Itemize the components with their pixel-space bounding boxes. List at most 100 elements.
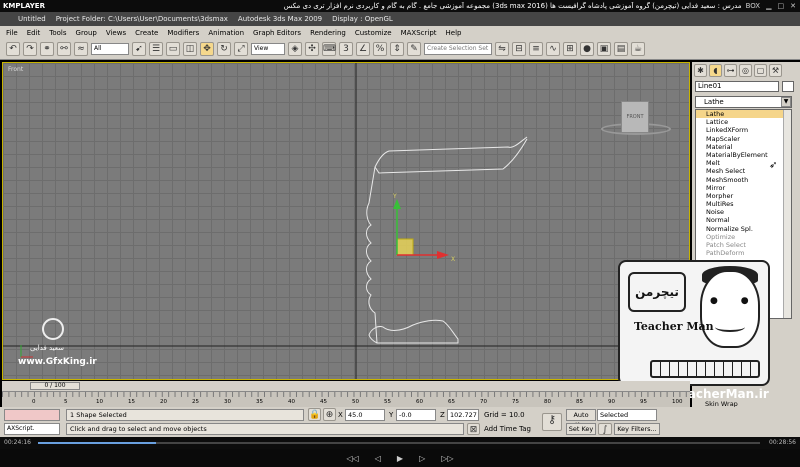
select-and-move-icon[interactable]: ✥ bbox=[200, 42, 214, 56]
modifier-item[interactable]: MaterialByElement bbox=[696, 151, 791, 159]
menu-item-group[interactable]: Group bbox=[76, 29, 97, 37]
select-and-rotate-icon[interactable]: ↻ bbox=[217, 42, 231, 56]
menu-item-modifiers[interactable]: Modifiers bbox=[167, 29, 199, 37]
menu-item-tools[interactable]: Tools bbox=[49, 29, 66, 37]
maxscript-field[interactable]: AXScript. bbox=[4, 423, 60, 435]
menu-item-maxscript[interactable]: MAXScript bbox=[401, 29, 437, 37]
object-name-field[interactable]: Line01 bbox=[695, 81, 779, 92]
hierarchy-tab-icon[interactable]: ⊶ bbox=[724, 64, 737, 77]
time-slider-thumb[interactable]: 0 / 100 bbox=[30, 382, 80, 390]
time-slider[interactable]: 0 / 100 bbox=[2, 381, 690, 391]
modifier-list-scrollbar[interactable] bbox=[783, 110, 791, 318]
modify-tab-icon[interactable]: ◖ bbox=[709, 64, 722, 77]
link-icon[interactable]: ⚭ bbox=[40, 42, 54, 56]
modifier-item[interactable]: MapScaler bbox=[696, 135, 791, 143]
select-object-icon[interactable]: ➹ bbox=[132, 42, 146, 56]
modifier-item[interactable]: Lattice bbox=[696, 118, 791, 126]
absolute-mode-icon[interactable]: ⊕ bbox=[323, 408, 336, 421]
menu-item-animation[interactable]: Animation bbox=[208, 29, 244, 37]
modifier-item[interactable]: Optimize bbox=[696, 233, 791, 241]
material-editor-icon[interactable]: ● bbox=[580, 42, 594, 56]
select-and-scale-icon[interactable]: ⤢ bbox=[234, 42, 248, 56]
y-coordinate-input[interactable]: -0.0 bbox=[396, 409, 436, 421]
viewcube[interactable]: FRONT bbox=[621, 101, 649, 133]
play-icon[interactable]: ▶ bbox=[397, 454, 403, 463]
utilities-tab-icon[interactable]: ⚒ bbox=[769, 64, 782, 77]
key-mode-dropdown[interactable]: Selected bbox=[597, 409, 657, 421]
maximize-icon[interactable]: □ bbox=[778, 2, 785, 10]
lock-icon[interactable]: 🔒 bbox=[308, 408, 321, 421]
track-bar[interactable]: 0 5 10 15 20 25 30 35 40 45 50 55 60 65 70 75 80 85 90 95 10… bbox=[2, 391, 690, 407]
unlink-icon[interactable]: ⚯ bbox=[57, 42, 71, 56]
modifier-item[interactable]: Noise bbox=[696, 208, 791, 216]
time-tag-icon[interactable]: ⊠ bbox=[467, 423, 480, 435]
select-by-name-icon[interactable]: ☰ bbox=[149, 42, 163, 56]
percent-snap-icon[interactable]: % bbox=[373, 42, 387, 56]
redo-icon[interactable]: ↷ bbox=[23, 42, 37, 56]
menu-item-file[interactable]: File bbox=[6, 29, 18, 37]
menu-item-help[interactable]: Help bbox=[446, 29, 462, 37]
modifier-item[interactable]: Patch Select bbox=[696, 241, 791, 249]
minimize-icon[interactable]: ▁ bbox=[766, 2, 771, 10]
modifier-item[interactable]: PathDeform bbox=[696, 249, 791, 257]
key-filters-button[interactable]: Key Filters... bbox=[614, 423, 660, 435]
mirror-icon[interactable]: ⇋ bbox=[495, 42, 509, 56]
schematic-view-icon[interactable]: ⊞ bbox=[563, 42, 577, 56]
modifier-item[interactable]: Lathe bbox=[696, 110, 791, 119]
object-color-swatch[interactable] bbox=[782, 81, 794, 92]
rendered-frame-icon[interactable]: ▤ bbox=[614, 42, 628, 56]
selection-region-icon[interactable]: ▭ bbox=[166, 42, 180, 56]
bind-space-warp-icon[interactable]: ≈ bbox=[74, 42, 88, 56]
render-setup-icon[interactable]: ▣ bbox=[597, 42, 611, 56]
reference-coordinate-dropdown[interactable]: View bbox=[251, 43, 285, 55]
key-tangent-icon[interactable]: ∫ bbox=[598, 423, 612, 435]
player-progress-bar[interactable]: 00:24:16 00:28:56 bbox=[0, 437, 800, 449]
modifier-item[interactable]: Normalize Spl. bbox=[696, 225, 791, 233]
modifier-item[interactable]: Mirror bbox=[696, 184, 791, 192]
modifier-item[interactable]: LinkedXForm bbox=[696, 126, 791, 134]
auto-key-button[interactable]: Auto Key bbox=[566, 409, 596, 429]
spinner-snap-icon[interactable]: ⇕ bbox=[390, 42, 404, 56]
add-time-tag-button[interactable]: Add Time Tag bbox=[484, 423, 531, 435]
maxscript-listener-mini[interactable] bbox=[4, 409, 60, 421]
chevron-down-icon[interactable]: ▼ bbox=[781, 97, 791, 107]
edit-named-selection-icon[interactable]: ✎ bbox=[407, 42, 421, 56]
modifier-item[interactable]: Morpher bbox=[696, 192, 791, 200]
modifier-list-dropdown[interactable]: Lathe bbox=[695, 96, 792, 108]
manipulate-icon[interactable]: ✣ bbox=[305, 42, 319, 56]
snaps-toggle-icon[interactable]: 3 bbox=[339, 42, 353, 56]
curve-editor-icon[interactable]: ∿ bbox=[546, 42, 560, 56]
layer-manager-icon[interactable]: ≡ bbox=[529, 42, 543, 56]
selection-filter-dropdown[interactable]: All bbox=[91, 43, 129, 55]
undo-icon[interactable]: ↶ bbox=[6, 42, 20, 56]
key-icon[interactable]: ⚷ bbox=[542, 413, 562, 431]
named-selection-set-input[interactable]: Create Selection Set bbox=[424, 43, 492, 55]
front-viewport[interactable]: Front Y X FRONT bbox=[2, 62, 690, 380]
menu-item-graph-editors[interactable]: Graph Editors bbox=[253, 29, 301, 37]
window-crossing-icon[interactable]: ◫ bbox=[183, 42, 197, 56]
menu-item-views[interactable]: Views bbox=[106, 29, 126, 37]
pivot-center-icon[interactable]: ◈ bbox=[288, 42, 302, 56]
menu-item-create[interactable]: Create bbox=[135, 29, 158, 37]
spline-profile[interactable]: Y X bbox=[3, 63, 690, 380]
angle-snap-icon[interactable]: ∠ bbox=[356, 42, 370, 56]
menu-item-rendering[interactable]: Rendering bbox=[310, 29, 346, 37]
motion-tab-icon[interactable]: ◎ bbox=[739, 64, 752, 77]
modifier-item[interactable]: MeshSmooth bbox=[696, 176, 791, 184]
x-coordinate-input[interactable]: 45.0 bbox=[345, 409, 385, 421]
modifier-item[interactable]: Material bbox=[696, 143, 791, 151]
menu-item-edit[interactable]: Edit bbox=[27, 29, 41, 37]
set-key-button[interactable]: Set Key bbox=[566, 423, 596, 435]
previous-icon[interactable]: ◁ bbox=[375, 454, 381, 463]
rewind-icon[interactable]: ◁◁ bbox=[346, 454, 358, 463]
box-label[interactable]: BOX bbox=[746, 2, 761, 10]
z-coordinate-input[interactable]: 102.727 bbox=[447, 409, 479, 421]
modifier-item[interactable]: Normal bbox=[696, 216, 791, 224]
next-icon[interactable]: ▷ bbox=[419, 454, 425, 463]
keyboard-shortcut-icon[interactable]: ⌨ bbox=[322, 42, 336, 56]
fast-forward-icon[interactable]: ▷▷ bbox=[441, 454, 453, 463]
quick-render-icon[interactable]: ☕ bbox=[631, 42, 645, 56]
display-tab-icon[interactable]: ▢ bbox=[754, 64, 767, 77]
modifier-item[interactable]: MultiRes bbox=[696, 200, 791, 208]
align-icon[interactable]: ⊟ bbox=[512, 42, 526, 56]
